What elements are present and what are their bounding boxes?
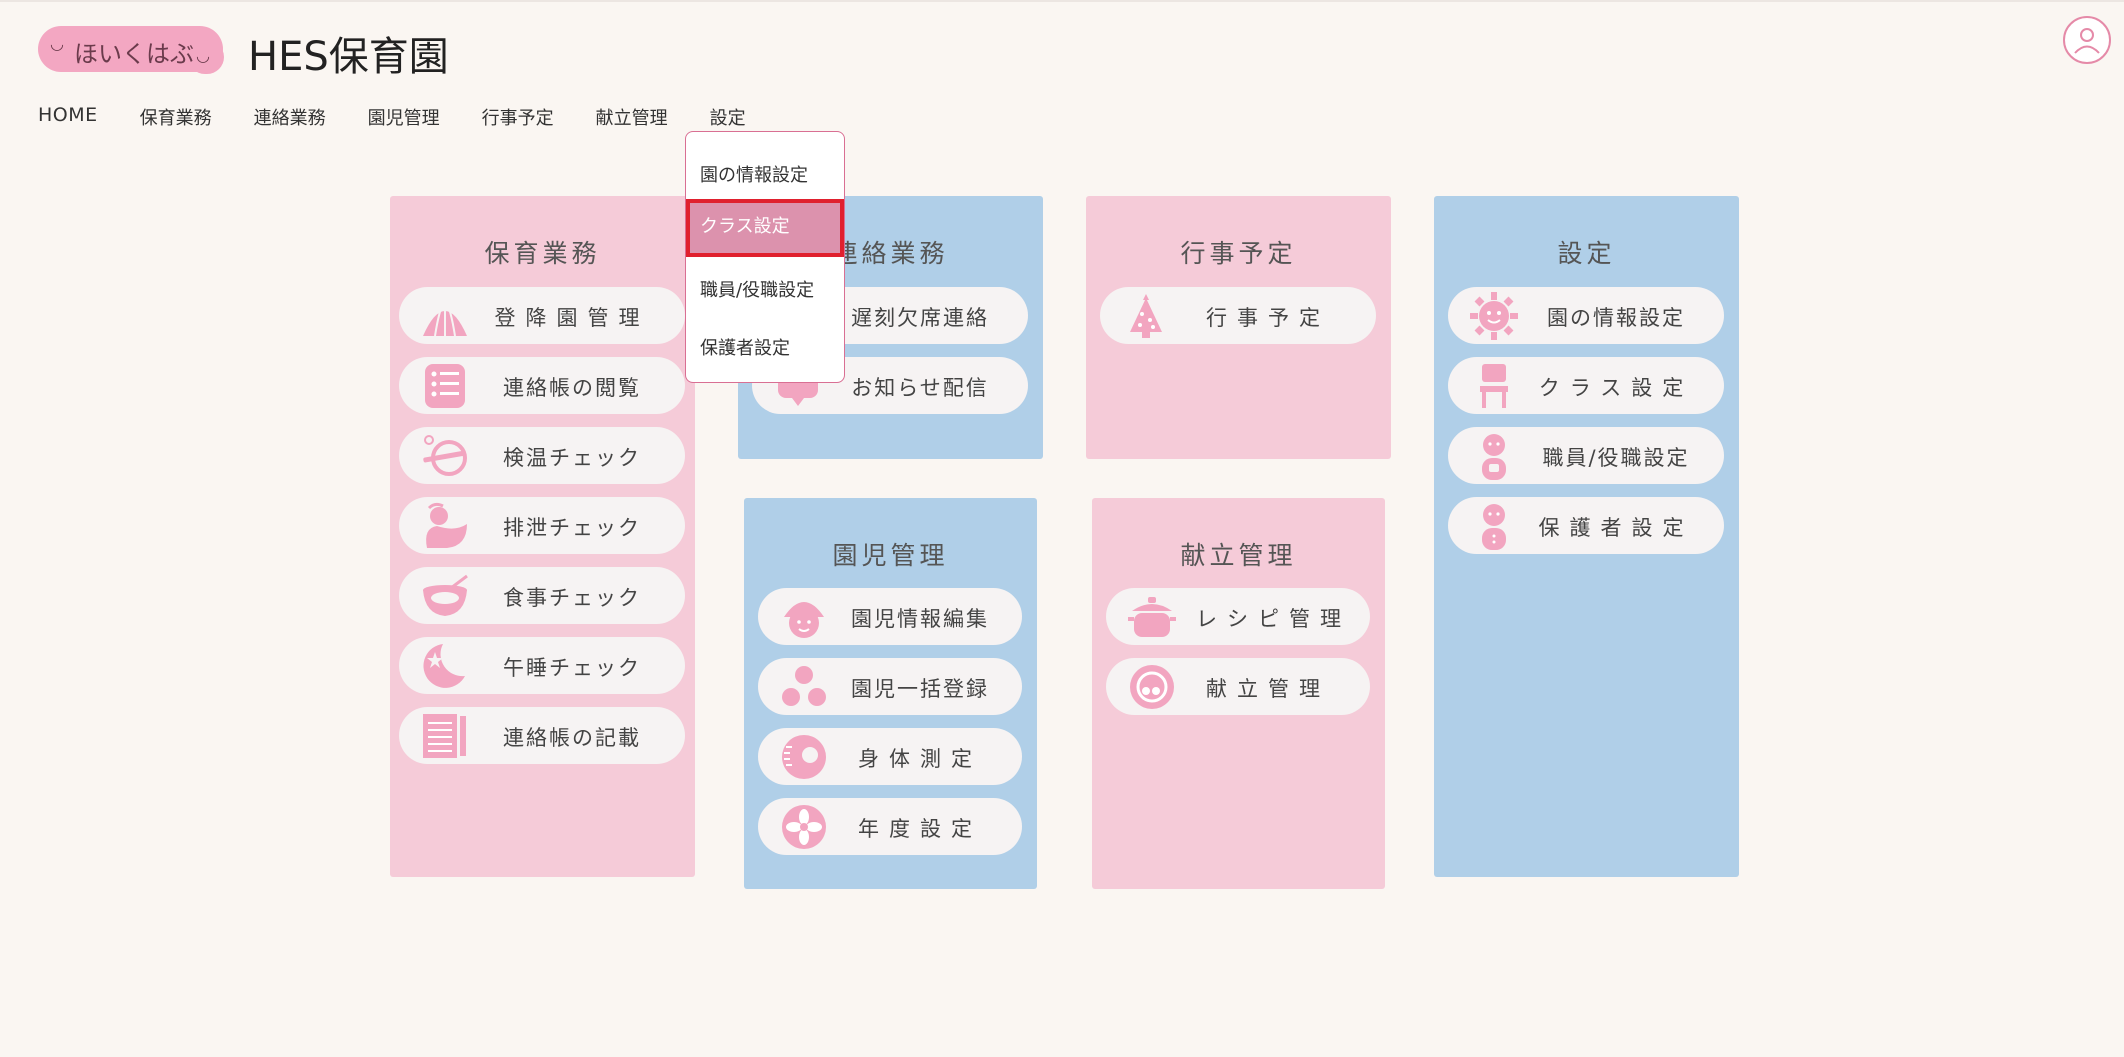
tile-kenon[interactable]: 検温チェック: [399, 427, 685, 484]
dropdown-item-hogosha[interactable]: 保護者設定: [686, 321, 844, 377]
tile-kondate[interactable]: 献立管理: [1106, 658, 1370, 715]
child-hat-icon: [784, 602, 824, 638]
plate-icon: [1130, 665, 1174, 709]
user-avatar-icon[interactable]: [2063, 16, 2111, 64]
tile-label: 行事予定: [1206, 306, 1330, 330]
nav-renraku[interactable]: 連絡業務: [254, 104, 326, 130]
panel-title: 保育業務: [484, 239, 601, 268]
tile-enji-bulk-register[interactable]: 園児一括登録: [758, 658, 1022, 715]
thermometer-icon: [423, 435, 467, 476]
panel-settei: 設定 園の情報設定 クラス設定 職員/役職設定 保護者設定: [1434, 196, 1739, 877]
main-nav: HOME 保育業務 連絡業務 園児管理 行事予定 献立管理 設定: [38, 104, 788, 130]
tile-gosui[interactable]: 午睡チェック: [399, 637, 685, 694]
tile-hogosha-settei[interactable]: 保護者設定: [1448, 497, 1724, 554]
top-border: [0, 0, 2124, 2]
tile-en-info-settei[interactable]: 園の情報設定: [1448, 287, 1724, 344]
tile-label: 園の情報設定: [1547, 306, 1685, 330]
tile-shokuin-settei[interactable]: 職員/役職設定: [1448, 427, 1724, 484]
panel-title: 設定: [1557, 239, 1616, 268]
tile-label: 排泄チェック: [503, 516, 641, 540]
tile-label: 食事チェック: [503, 586, 641, 610]
dropdown-item-class[interactable]: クラス設定: [686, 199, 844, 257]
tile-label: 連絡帳の記載: [503, 726, 641, 750]
dropdown-item-shokuin[interactable]: 職員/役職設定: [686, 263, 844, 319]
tile-label: レシピ管理: [1196, 607, 1351, 631]
tile-renrakucho-write[interactable]: 連絡帳の記載: [399, 707, 685, 764]
dropdown-item-en-info[interactable]: 園の情報設定: [686, 148, 844, 204]
nav-enji[interactable]: 園児管理: [368, 104, 440, 130]
nav-settei[interactable]: 設定: [710, 104, 746, 130]
pot-icon: [1128, 597, 1176, 637]
notebook-pencil-icon: [423, 714, 466, 758]
tile-label: 検温チェック: [503, 446, 641, 470]
tile-label: 保護者設定: [1538, 516, 1694, 540]
nav-kondate[interactable]: 献立管理: [596, 104, 668, 130]
panel-gyoji: 行事予定 行事予定: [1086, 196, 1391, 459]
tile-label: 登降園管理: [494, 306, 650, 330]
tile-shintai-sokutei[interactable]: 身体測定: [758, 728, 1022, 785]
site-title: HES保育園: [248, 34, 449, 80]
sun-face-icon: [1470, 292, 1518, 340]
panel-enji: 園児管理 園児情報編集 園児一括登録 身体測定 年度設定: [744, 498, 1037, 889]
panel-title: 園児管理: [832, 541, 949, 570]
logo[interactable]: ◡ ◡ ほいくはぶ: [38, 26, 224, 74]
tile-enji-info-edit[interactable]: 園児情報編集: [758, 588, 1022, 645]
tile-label: 年度設定: [858, 817, 982, 841]
moon-star-icon: [423, 644, 465, 688]
logo-face-icon: ◡: [50, 34, 64, 53]
umbrella-hat-icon: [423, 295, 467, 337]
tile-label: 職員/役職設定: [1542, 446, 1690, 470]
tile-class-settei[interactable]: クラス設定: [1448, 357, 1724, 414]
panel-title: 行事予定: [1180, 239, 1297, 268]
tile-label: 園児情報編集: [851, 607, 989, 631]
logo-face-icon: ◡: [196, 46, 210, 65]
tile-label: 午睡チェック: [503, 656, 641, 680]
tile-gyoji-yotei[interactable]: 行事予定: [1100, 287, 1376, 344]
nav-gyoji[interactable]: 行事予定: [482, 104, 554, 130]
tile-label: クラス設定: [1538, 376, 1694, 400]
tile-label: 献立管理: [1206, 677, 1330, 701]
rice-bowl-icon: [423, 574, 468, 616]
tile-nendo-settei[interactable]: 年度設定: [758, 798, 1022, 855]
panel-title: 献立管理: [1180, 541, 1297, 570]
panel-kondate: 献立管理 レシピ管理 献立管理: [1092, 498, 1385, 889]
logo-text: ほいくはぶ: [74, 40, 194, 68]
tile-label: お知らせ配信: [851, 376, 989, 400]
tile-label: 園児一括登録: [851, 677, 989, 701]
sakura-icon: [782, 805, 826, 849]
chair-icon: [1480, 364, 1508, 408]
tile-label: 身体測定: [858, 747, 982, 771]
tile-touko-en[interactable]: 登降園管理: [399, 287, 685, 344]
tile-label: 連絡帳の閲覧: [503, 376, 641, 400]
tile-recipe[interactable]: レシピ管理: [1106, 588, 1370, 645]
christmas-tree-icon: [1130, 294, 1162, 338]
children-group-icon: [782, 666, 826, 706]
nav-home[interactable]: HOME: [38, 104, 98, 130]
tile-haisetsu[interactable]: 排泄チェック: [399, 497, 685, 554]
list-note-icon: [425, 364, 465, 408]
tile-renrakucho-view[interactable]: 連絡帳の閲覧: [399, 357, 685, 414]
duck-icon: [426, 502, 467, 548]
staff-person-icon: [1482, 434, 1506, 480]
tile-shokuji[interactable]: 食事チェック: [399, 567, 685, 624]
measuring-tape-icon: [782, 735, 826, 779]
nav-hoiku[interactable]: 保育業務: [140, 104, 212, 130]
tile-label: 遅刻欠席連絡: [851, 306, 989, 330]
parent-person-icon: [1482, 504, 1506, 550]
settings-dropdown-menu: 園の情報設定 クラス設定 職員/役職設定 保護者設定: [685, 131, 845, 383]
panel-hoiku: 保育業務 登降園管理 連絡帳の閲覧 検温チェック 排泄チェック 食事チェック 午…: [390, 196, 695, 877]
